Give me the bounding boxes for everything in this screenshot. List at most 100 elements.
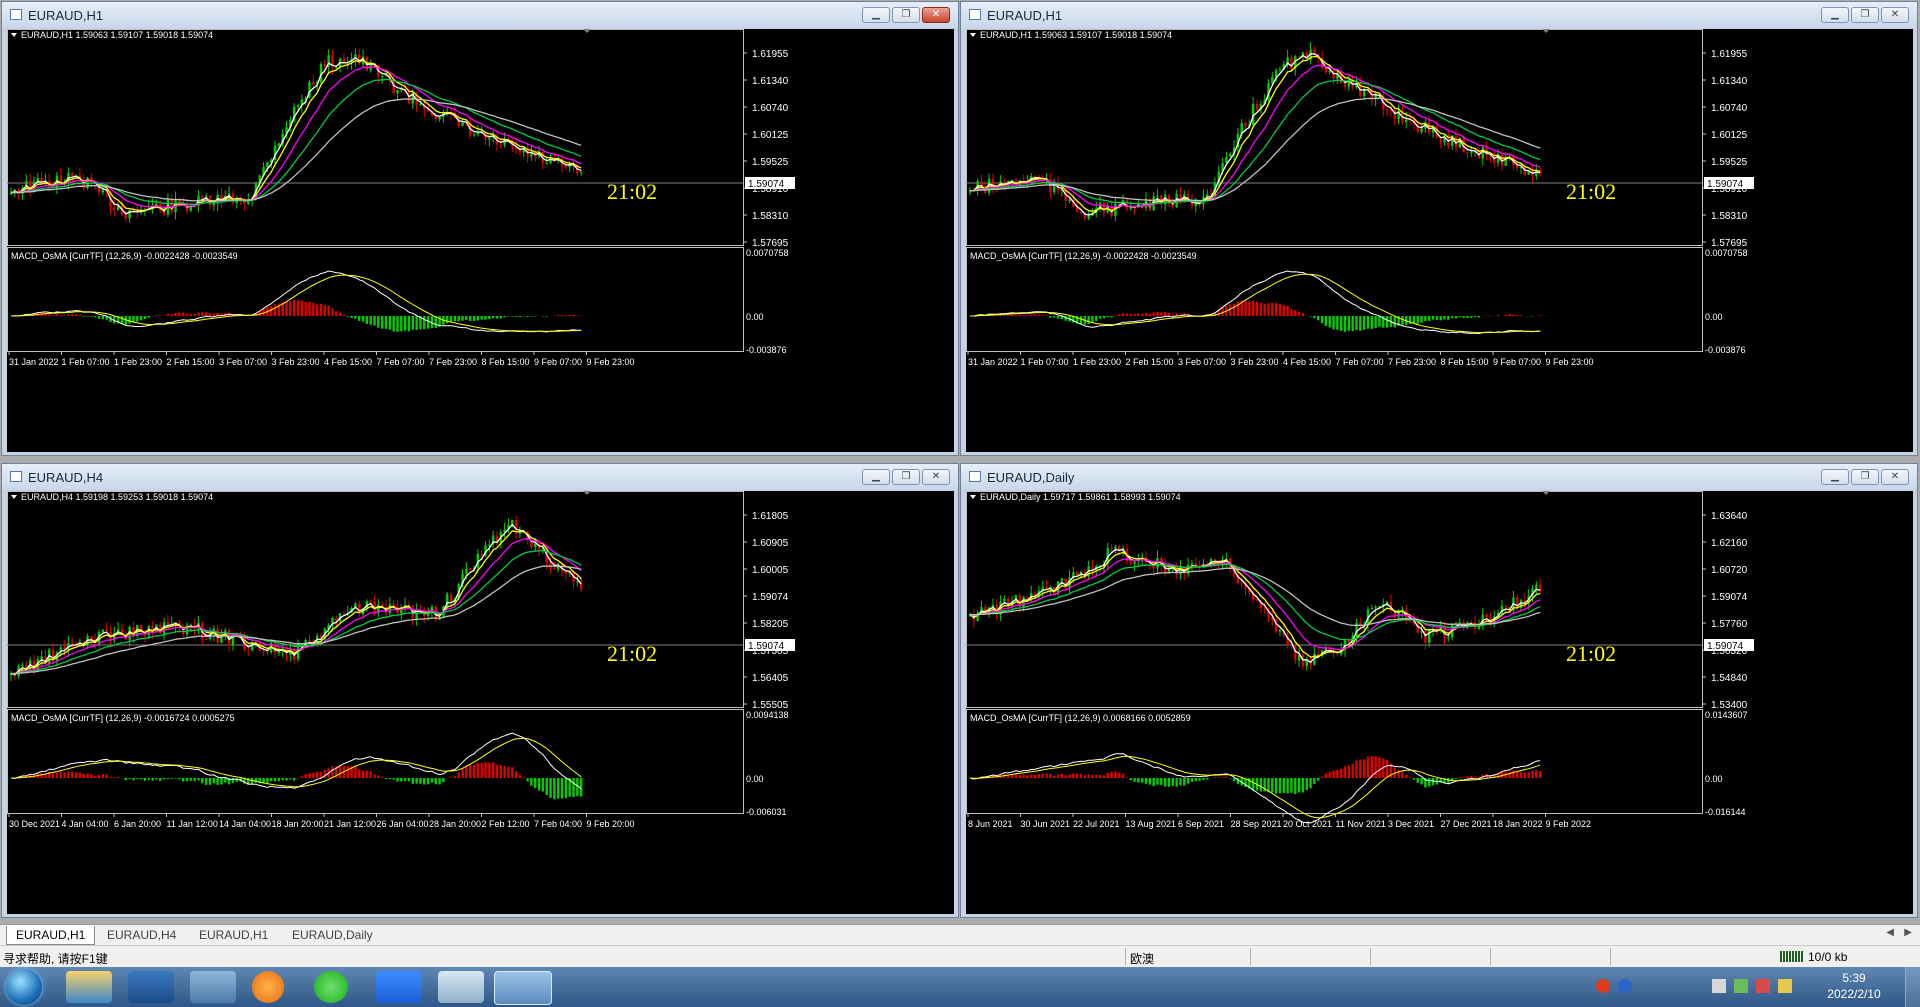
maximize-button[interactable]: ❐ (1851, 469, 1879, 485)
window-titlebar[interactable]: EURAUD,H4 ▁ ❐ ✕ (2, 464, 958, 490)
candle-body (545, 163, 548, 165)
taskbar-wechat-icon[interactable] (314, 971, 348, 1003)
close-button[interactable]: ✕ (1881, 7, 1909, 23)
tab-euraud-h4[interactable]: EURAUD,H4 (98, 926, 185, 944)
osma-bar (1420, 778, 1423, 785)
chart-plot-area[interactable]: 1.61805 1.60905 1.60005 1.59074 1.58205 1.573… (7, 491, 954, 914)
osma-bar (185, 313, 189, 316)
chart-plot-area[interactable]: 1.61955 1.61340 1.60740 1.60125 1.59525 1.589… (7, 29, 954, 452)
tray-network-icon[interactable] (1734, 979, 1748, 993)
osma-bar (1336, 770, 1339, 778)
time-tick-label: 9 Feb 07:00 (534, 357, 582, 367)
status-profile: 欧澳 (1130, 952, 1155, 966)
window-titlebar[interactable]: EURAUD,Daily ▁ ❐ ✕ (961, 464, 1917, 490)
osma-bar (1121, 313, 1125, 316)
taskbar-clock[interactable]: 5:39 2022/2/10 (1814, 970, 1894, 1002)
tray-help-icon[interactable] (1618, 979, 1632, 993)
tab-euraud-daily[interactable]: EURAUD,Daily (283, 926, 382, 944)
close-button[interactable]: ✕ (922, 469, 950, 485)
price-tick-label: 1.61340 (1711, 76, 1748, 87)
osma-bar (1014, 315, 1018, 316)
taskbar-notes-icon[interactable] (376, 971, 422, 1003)
osma-bar (472, 764, 476, 778)
time-tick-label: 1 Feb 23:00 (1073, 357, 1121, 367)
osma-bar (182, 312, 185, 316)
show-desktop-button[interactable] (1905, 967, 1920, 1007)
osma-bar (270, 778, 273, 782)
osma-bar (319, 303, 323, 316)
chart-window-euraud-daily[interactable]: EURAUD,Daily ▁ ❐ ✕ 1.63640 1.62160 1.60720… (960, 463, 1918, 918)
candle-body (105, 629, 108, 632)
osma-bar (461, 768, 464, 778)
osma-bar (499, 765, 503, 778)
osma-bar (1516, 315, 1519, 316)
tray-signal-icon[interactable] (1778, 979, 1792, 993)
osma-bar (1278, 778, 1282, 794)
tabs-scroll-right-icon[interactable]: ▶ (1904, 927, 1912, 938)
window-titlebar[interactable]: EURAUD,H1 ▁ ❐ ✕ (961, 2, 1917, 28)
server-time-label: 21:02 (1566, 179, 1616, 204)
maximize-button[interactable]: ❐ (892, 7, 920, 23)
osma-bar (1290, 778, 1293, 793)
minimize-button[interactable]: ▁ (1821, 7, 1849, 23)
candle-body (1129, 207, 1132, 209)
taskbar-sketch-icon[interactable] (438, 971, 484, 1003)
taskbar-paint-icon[interactable] (66, 971, 112, 1003)
candle-body (1156, 195, 1159, 197)
taskbar-network-icon[interactable] (190, 971, 236, 1003)
minimize-button[interactable]: ▁ (862, 469, 890, 485)
tray-power-icon[interactable] (1756, 979, 1770, 993)
taskbar-desktop-icon[interactable] (128, 971, 174, 1003)
tab-euraud-h1-second[interactable]: EURAUD,H1 (190, 926, 277, 944)
price-chart[interactable]: 1.619551.613401.607401.601251.595251.589… (7, 29, 954, 452)
osma-bar (1416, 316, 1419, 324)
osma-bar (1026, 775, 1029, 778)
osma-bar (1267, 303, 1270, 316)
tabs-scroll-left-icon[interactable]: ◀ (1886, 927, 1894, 938)
candle-body (1194, 203, 1197, 206)
tray-volume-icon[interactable] (1712, 979, 1726, 993)
start-button[interactable] (6, 969, 42, 1005)
window-titlebar[interactable]: EURAUD,H1 ▁ ❐ ✕ (2, 2, 958, 28)
osma-bar (358, 316, 361, 321)
chart-window-euraud-h1[interactable]: EURAUD,H1 ▁ ❐ ✕ 1.61955 1.61340 1.60740 1.6… (1, 1, 959, 456)
osma-bar (335, 311, 338, 316)
chart-window-euraud-h1-second[interactable]: EURAUD,H1 ▁ ❐ ✕ 1.61955 1.61340 1.60740 1.6… (960, 1, 1918, 456)
price-tick-label: 1.60905 (752, 538, 789, 549)
candle-body (1405, 119, 1408, 122)
chart-plot-area[interactable]: 1.63640 1.62160 1.60720 1.59074 1.57760 1.563… (966, 491, 1913, 914)
close-button[interactable]: ✕ (1881, 469, 1909, 485)
osma-bar (1538, 771, 1542, 778)
osma-bar (1378, 757, 1381, 778)
maximize-button[interactable]: ❐ (892, 469, 920, 485)
osma-bar (304, 774, 307, 778)
maximize-button[interactable]: ❐ (1851, 7, 1879, 23)
time-tick-label: 18 Jan 2022 (1493, 819, 1543, 829)
minimize-button[interactable]: ▁ (862, 7, 890, 23)
osma-bar (1033, 314, 1037, 316)
osma-bar (136, 316, 139, 322)
osma-bar (1232, 778, 1236, 781)
chart-plot-area[interactable]: 1.61955 1.61340 1.60740 1.60125 1.59525 1.589… (966, 29, 1913, 452)
osma-bar (572, 314, 575, 316)
time-tick-label: 28 Jan 20:00 (429, 819, 481, 829)
price-chart[interactable]: 1.618051.609051.600051.590741.582051.573… (7, 491, 954, 914)
tray-antivirus-icon[interactable] (1596, 979, 1610, 993)
taskbar-update-icon[interactable] (252, 971, 284, 1003)
osma-bar (396, 316, 399, 332)
osma-bar (457, 316, 460, 322)
minimize-button[interactable]: ▁ (1821, 469, 1849, 485)
chart-window-euraud-h4[interactable]: EURAUD,H4 ▁ ❐ ✕ 1.61805 1.60905 1.60005 1.5… (1, 463, 959, 918)
candle-body (553, 567, 556, 570)
close-button[interactable]: ✕ (922, 7, 950, 23)
price-chart[interactable]: 1.619551.613401.607401.601251.595251.589… (966, 29, 1913, 452)
tab-euraud-h1[interactable]: EURAUD,H1 (6, 926, 96, 945)
candle-body (488, 544, 491, 546)
indicator-tick-label: 0.0143607 (1705, 710, 1748, 720)
osma-bar (1523, 772, 1527, 778)
price-chart[interactable]: 1.636401.621601.607201.590741.577601.563… (966, 491, 1913, 914)
taskbar-metatrader-icon[interactable] (494, 971, 552, 1005)
osma-bar (273, 304, 277, 316)
osma-bar (1359, 316, 1362, 331)
osma-bar (1198, 778, 1201, 781)
